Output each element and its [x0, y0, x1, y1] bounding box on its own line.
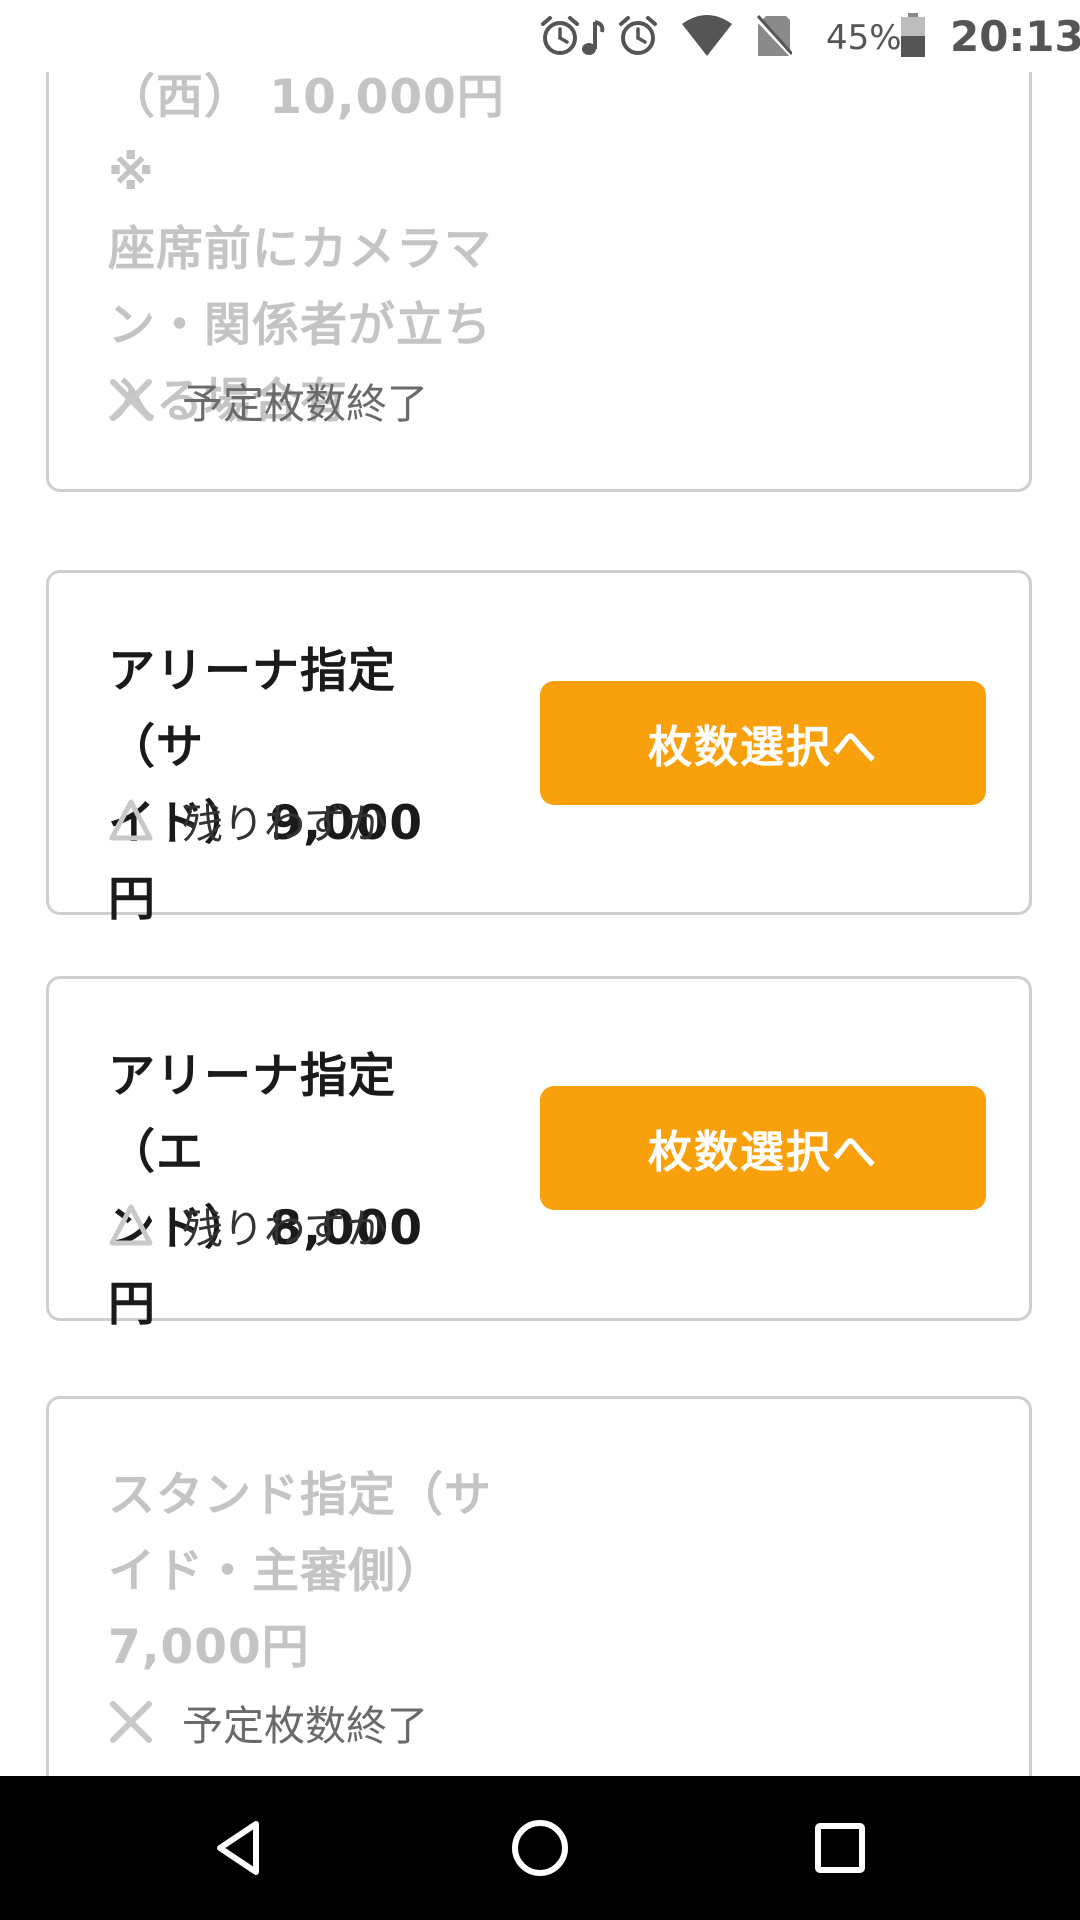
status-bar: 45% 20:13: [0, 0, 1080, 72]
clock: 20:13: [950, 12, 1080, 61]
ticket-name: アリーナ指定（サ イド） 9,000円: [108, 634, 448, 938]
triangle-icon: [109, 1204, 153, 1246]
back-icon: [217, 1821, 259, 1875]
ticket-name-line: アリーナ指定（サ: [108, 644, 396, 775]
cross-icon: [110, 1701, 152, 1743]
recents-button[interactable]: [804, 1812, 876, 1884]
ticket-status: 残りわずか: [108, 1195, 387, 1255]
ticket-name-line: 7,000円: [108, 1620, 310, 1675]
ticket-status: 予定枚数終了: [108, 1692, 428, 1752]
ticket-name: アリーナ指定（エ ンド） 8,000円: [108, 1039, 448, 1343]
triangle-icon: [109, 799, 153, 841]
battery-icon: [901, 13, 925, 57]
screen: （西） 10,000円 ※ 座席前にカメラマ ン・関係者が立ち 入る場合有 予定…: [0, 0, 1080, 1920]
ticket-name: スタンド指定（サ イド・主審側） 7,000円: [108, 1458, 528, 1686]
ticket-name-line: アリーナ指定（エ: [108, 1049, 396, 1180]
ticket-name-line: （西） 10,000円 ※: [108, 70, 505, 201]
battery-percent: 45%: [826, 18, 902, 58]
status-text: 予定枚数終了: [182, 1702, 428, 1750]
ticket-name-line: スタンド指定（サ: [108, 1468, 492, 1523]
ticket-name-line: 座席前にカメラマ: [108, 222, 492, 277]
navigation-bar: [0, 1776, 1080, 1920]
select-quantity-button[interactable]: 枚数選択へ: [540, 1086, 986, 1210]
ticket-name-line: イド・主審側）: [108, 1544, 444, 1599]
status-text: 予定枚数終了: [182, 380, 428, 428]
ticket-name-line: ン・関係者が立ち: [108, 298, 492, 353]
alarm-icon: [619, 16, 657, 55]
select-quantity-button[interactable]: 枚数選択へ: [540, 681, 986, 805]
ticket-list[interactable]: （西） 10,000円 ※ 座席前にカメラマ ン・関係者が立ち 入る場合有 予定…: [0, 0, 1080, 1776]
music-note-icon: [582, 20, 605, 55]
wifi-icon: [682, 15, 732, 56]
cross-icon: [110, 379, 152, 421]
ticket-status: 予定枚数終了: [108, 370, 428, 430]
status-text: 残りわずか: [182, 1205, 387, 1253]
no-sim-icon: [756, 14, 792, 58]
recents-icon: [815, 1823, 865, 1873]
alarm-icon: [541, 16, 579, 55]
home-button[interactable]: [504, 1812, 576, 1884]
ticket-status: 残りわずか: [108, 790, 387, 850]
status-text: 残りわずか: [182, 800, 387, 848]
home-icon: [512, 1820, 568, 1876]
back-button[interactable]: [204, 1812, 276, 1884]
